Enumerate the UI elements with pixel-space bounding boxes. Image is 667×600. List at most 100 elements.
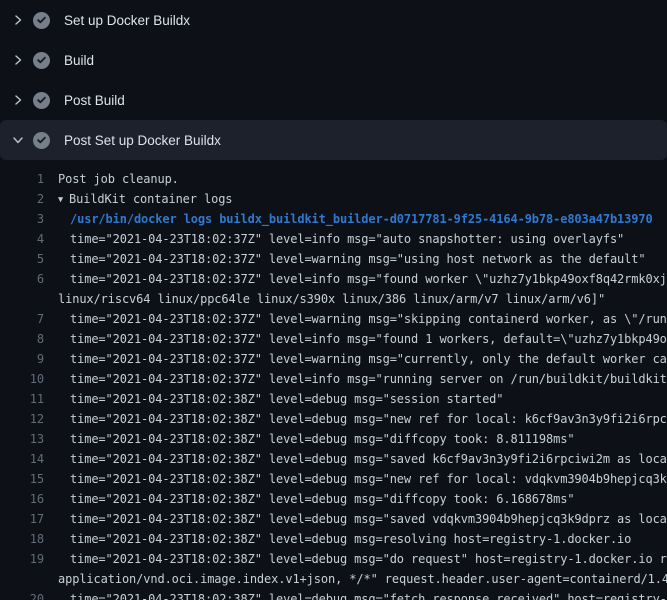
log-line: 5 time="2021-04-23T18:02:37Z" level=warni… [0, 249, 667, 269]
step-row-set-up-docker-buildx[interactable]: Set up Docker Buildx [0, 0, 667, 40]
log-line: 14 time="2021-04-23T18:02:38Z" level=debu… [0, 449, 667, 469]
log-text: Post job cleanup. [44, 169, 179, 189]
log-line-number[interactable]: 20 [0, 589, 44, 600]
log-line: 20 time="2021-04-23T18:02:38Z" level=debu… [0, 589, 667, 600]
log-text-content: time="2021-04-23T18:02:37Z" level=warnin… [70, 312, 667, 326]
check-circle-icon [33, 132, 50, 149]
log-command-text: /usr/bin/docker logs buildx_buildkit_bui… [44, 209, 653, 229]
log-text: time="2021-04-23T18:02:38Z" level=debug … [44, 529, 631, 549]
chevron-right-icon[interactable] [12, 14, 24, 26]
log-output: 1 Post job cleanup. 2 ▼ BuildKit container l… [0, 160, 667, 600]
log-line-number[interactable]: 9 [0, 349, 44, 369]
chevron-right-icon[interactable] [12, 94, 24, 106]
log-line: 6 time="2021-04-23T18:02:37Z" level=info … [0, 269, 667, 289]
log-text-content: time="2021-04-23T18:02:38Z" level=debug … [70, 552, 667, 566]
step-row-post-set-up-docker-buildx[interactable]: Post Set up Docker Buildx [0, 120, 667, 160]
log-text: time="2021-04-23T18:02:38Z" level=debug … [44, 489, 574, 509]
log-text-content: time="2021-04-23T18:02:38Z" level=debug … [70, 392, 503, 406]
log-line-number[interactable]: 18 [0, 529, 44, 549]
log-text: time="2021-04-23T18:02:38Z" level=debug … [44, 469, 667, 489]
log-text: time="2021-04-23T18:02:37Z" level=info m… [44, 229, 624, 249]
log-text: time="2021-04-23T18:02:38Z" level=debug … [44, 509, 667, 529]
log-line: 4 time="2021-04-23T18:02:37Z" level=info … [0, 229, 667, 249]
log-text-content: BuildKit container logs [69, 192, 232, 206]
log-text: time="2021-04-23T18:02:38Z" level=debug … [44, 409, 667, 429]
chevron-down-icon[interactable] [12, 134, 24, 146]
log-line-number[interactable]: 15 [0, 469, 44, 489]
log-line-number[interactable]: 6 [0, 269, 44, 289]
log-line-number[interactable]: 10 [0, 369, 44, 389]
log-text: time="2021-04-23T18:02:38Z" level=debug … [44, 429, 574, 449]
log-line-number[interactable]: 3 [0, 209, 44, 229]
log-line: 9 time="2021-04-23T18:02:37Z" level=warni… [0, 349, 667, 369]
check-circle-icon [33, 92, 50, 109]
log-line: 15 time="2021-04-23T18:02:38Z" level=debu… [0, 469, 667, 489]
log-line: 18 time="2021-04-23T18:02:38Z" level=debu… [0, 529, 667, 549]
log-text-content: time="2021-04-23T18:02:37Z" level=info m… [70, 332, 667, 346]
log-text-content: time="2021-04-23T18:02:38Z" level=debug … [70, 492, 574, 506]
log-text-content: linux/riscv64 linux/ppc64le linux/s390x … [58, 292, 605, 306]
log-line-continuation: application/vnd.oci.image.index.v1+json,… [0, 569, 667, 589]
step-label: Post Set up Docker Buildx [64, 133, 221, 148]
log-text: time="2021-04-23T18:02:38Z" level=debug … [44, 589, 667, 600]
log-text: time="2021-04-23T18:02:38Z" level=debug … [44, 549, 667, 569]
log-text-content: time="2021-04-23T18:02:37Z" level=info m… [70, 232, 624, 246]
log-line: 7 time="2021-04-23T18:02:37Z" level=warni… [0, 309, 667, 329]
log-text-content: /usr/bin/docker logs buildx_buildkit_bui… [70, 212, 653, 226]
log-line-number[interactable]: 7 [0, 309, 44, 329]
log-text-content: time="2021-04-23T18:02:38Z" level=debug … [70, 472, 667, 486]
log-text: time="2021-04-23T18:02:37Z" level=info m… [44, 329, 667, 349]
step-label: Set up Docker Buildx [64, 13, 190, 28]
log-line: 11 time="2021-04-23T18:02:38Z" level=debu… [0, 389, 667, 409]
log-line-number[interactable]: 14 [0, 449, 44, 469]
log-line: 17 time="2021-04-23T18:02:38Z" level=debu… [0, 509, 667, 529]
log-line: 3/usr/bin/docker logs buildx_buildkit_bu… [0, 209, 667, 229]
step-row-post-build[interactable]: Post Build [0, 80, 667, 120]
log-text: time="2021-04-23T18:02:38Z" level=debug … [44, 389, 503, 409]
chevron-right-icon[interactable] [12, 54, 24, 66]
log-text-content: time="2021-04-23T18:02:37Z" level=warnin… [70, 352, 667, 366]
log-line: 2 ▼ BuildKit container logs [0, 189, 667, 209]
log-line: 13 time="2021-04-23T18:02:38Z" level=debu… [0, 429, 667, 449]
log-line: 1 Post job cleanup. [0, 169, 667, 189]
log-text-content: Post job cleanup. [58, 172, 179, 186]
log-text-content: time="2021-04-23T18:02:38Z" level=debug … [70, 452, 667, 466]
log-text: time="2021-04-23T18:02:37Z" level=warnin… [44, 249, 645, 269]
log-text-content: time="2021-04-23T18:02:38Z" level=debug … [70, 512, 667, 526]
step-label: Build [64, 53, 94, 68]
log-text: time="2021-04-23T18:02:37Z" level=warnin… [44, 309, 667, 329]
log-line-number[interactable]: 5 [0, 249, 44, 269]
log-text: time="2021-04-23T18:02:37Z" level=info m… [44, 369, 667, 389]
check-circle-icon [33, 52, 50, 69]
log-text-content: time="2021-04-23T18:02:37Z" level=warnin… [70, 252, 645, 266]
log-line-number[interactable]: 11 [0, 389, 44, 409]
log-line-number[interactable]: 1 [0, 169, 44, 189]
log-text: linux/riscv64 linux/ppc64le linux/s390x … [44, 289, 605, 309]
log-line-number[interactable]: 4 [0, 229, 44, 249]
group-triangle-down-icon[interactable]: ▼ [58, 190, 63, 209]
log-line-number[interactable]: 12 [0, 409, 44, 429]
log-line: 16 time="2021-04-23T18:02:38Z" level=debu… [0, 489, 667, 509]
log-text-content: time="2021-04-23T18:02:38Z" level=debug … [70, 592, 667, 600]
actions-log-viewer: Set up Docker Buildx Build Post Build Post … [0, 0, 667, 600]
log-text-content: time="2021-04-23T18:02:38Z" level=debug … [70, 532, 631, 546]
log-text-content: time="2021-04-23T18:02:38Z" level=debug … [70, 432, 574, 446]
log-line-number[interactable]: 16 [0, 489, 44, 509]
log-line-number[interactable]: 19 [0, 549, 44, 569]
step-label: Post Build [64, 93, 125, 108]
log-line-continuation: linux/riscv64 linux/ppc64le linux/s390x … [0, 289, 667, 309]
log-line-number[interactable]: 13 [0, 429, 44, 449]
log-line: 19 time="2021-04-23T18:02:38Z" level=debu… [0, 549, 667, 569]
log-line-number[interactable]: 17 [0, 509, 44, 529]
log-text-content: time="2021-04-23T18:02:37Z" level=info m… [70, 272, 667, 286]
log-line-number[interactable]: 2 [0, 189, 44, 209]
log-text: ▼ BuildKit container logs [44, 189, 232, 209]
step-row-build[interactable]: Build [0, 40, 667, 80]
check-circle-icon [33, 12, 50, 29]
log-line: 8 time="2021-04-23T18:02:37Z" level=info … [0, 329, 667, 349]
log-line-number[interactable]: 8 [0, 329, 44, 349]
log-text: time="2021-04-23T18:02:38Z" level=debug … [44, 449, 667, 469]
log-text-content: time="2021-04-23T18:02:37Z" level=info m… [70, 372, 667, 386]
log-text: time="2021-04-23T18:02:37Z" level=warnin… [44, 349, 667, 369]
log-line: 12time="2021-04-23T18:02:38Z" level=debu… [0, 409, 667, 429]
